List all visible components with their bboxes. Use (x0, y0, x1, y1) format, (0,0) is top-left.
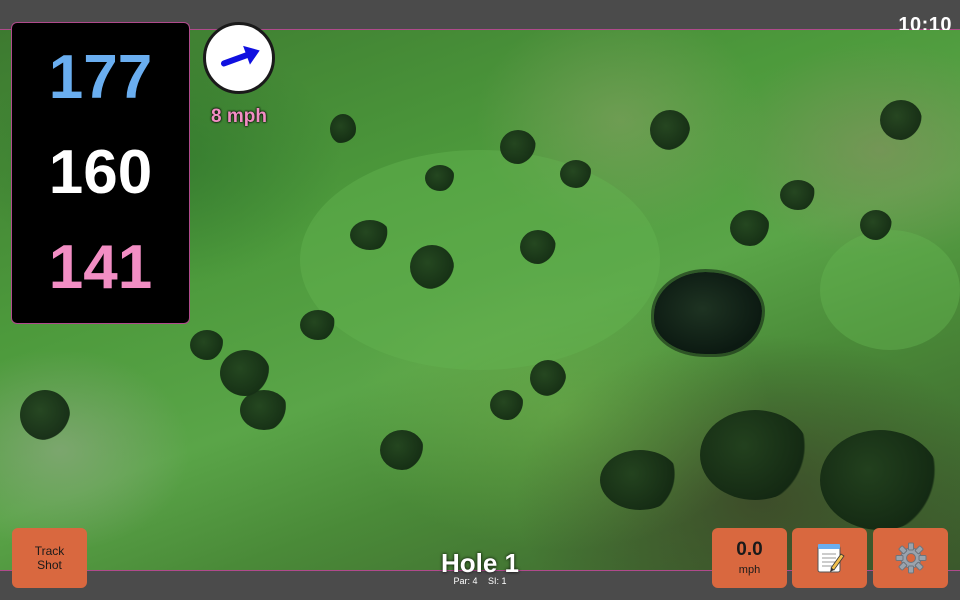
speed-unit: mph (738, 564, 761, 576)
back-distance: 177 (48, 43, 153, 113)
speed-button[interactable]: 0.0 mph (712, 528, 787, 588)
tree (350, 220, 390, 250)
tree (380, 430, 424, 470)
hole-title: Hole 1 (440, 548, 520, 578)
tree (240, 390, 288, 430)
tree (500, 130, 536, 164)
tree (410, 245, 454, 289)
track-shot-label-line2: Shot (37, 558, 62, 572)
tree (530, 360, 566, 396)
tree (330, 114, 356, 144)
wind-speed: 8 mph (211, 106, 267, 127)
tree (600, 450, 680, 510)
tree (560, 160, 592, 188)
hole-par: Par: 4 (453, 576, 478, 586)
tree (880, 100, 922, 140)
tree (730, 210, 770, 246)
track-shot-label-line1: Track (34, 544, 65, 558)
tree (520, 230, 556, 264)
gear-icon (895, 542, 926, 574)
fairway-patch (300, 150, 660, 370)
tree (300, 310, 336, 340)
tree (650, 110, 690, 150)
front-distance: 141 (48, 232, 153, 302)
notes-button[interactable] (792, 528, 867, 588)
speed-value: 0.0 (736, 539, 763, 560)
settings-button[interactable] (873, 528, 948, 588)
tree (820, 430, 940, 530)
middle-distance: 160 (48, 137, 153, 207)
track-shot-button[interactable]: Track Shot (12, 528, 87, 588)
water-hazard-pond (654, 272, 762, 354)
tree (860, 210, 892, 240)
fairway-patch (820, 230, 960, 350)
wind-direction-dial (203, 22, 275, 94)
tree (490, 390, 524, 420)
wind-arrow-icon (220, 45, 260, 67)
tree (20, 390, 70, 440)
hole-stroke-index: SI: 1 (488, 576, 507, 586)
tree (700, 410, 810, 500)
tree (780, 180, 816, 210)
hole-info: Par: 4 SI: 1 (380, 576, 580, 586)
tree (190, 330, 224, 360)
tree (425, 165, 455, 191)
notepad-icon (817, 544, 845, 573)
distance-panel: 177 160 141 (11, 22, 190, 324)
